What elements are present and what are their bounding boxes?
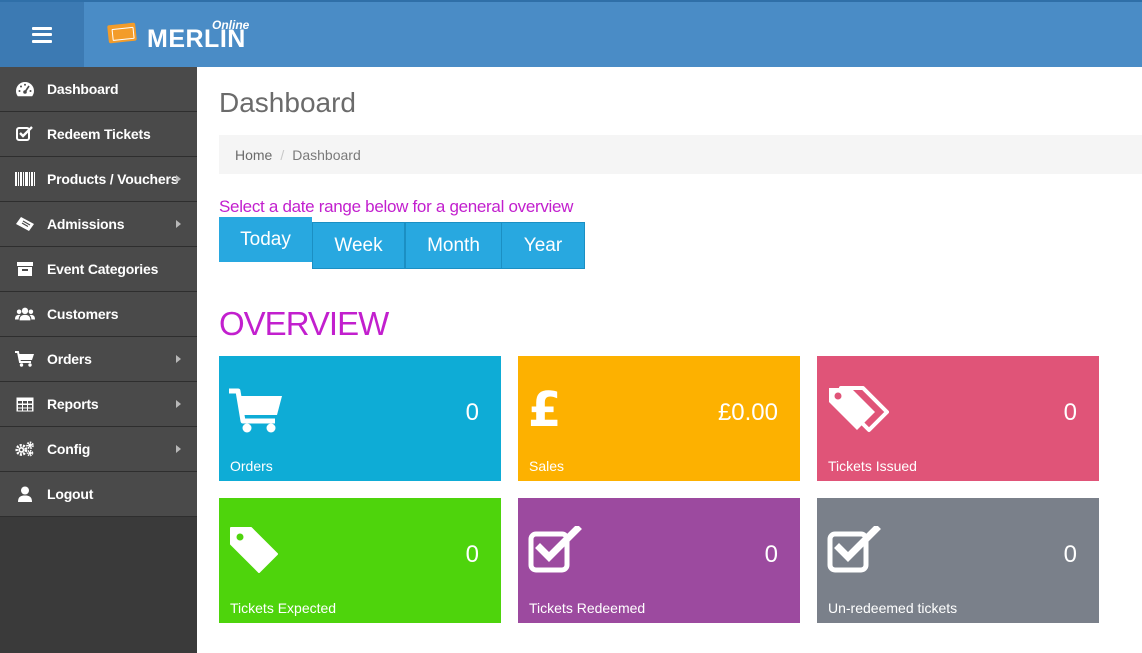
tickets-issued-label: Tickets Issued [828,458,917,474]
orders-tile[interactable]: 0 Orders [219,356,501,481]
tickets-issued-tile[interactable]: 0 Tickets Issued [817,356,1099,481]
sidebar-item-label: Customers [47,306,119,322]
pound-icon: £ [528,382,562,438]
menu-toggle-button[interactable] [0,2,84,67]
tickets-expected-label: Tickets Expected [230,600,337,616]
breadcrumb: Home / Dashboard [219,135,1142,174]
checkbox-icon [528,524,582,579]
sidebar-item-logout[interactable]: Logout [0,472,197,517]
page-title: Dashboard [219,87,356,118]
overview-heading: OVERVIEW [219,305,389,342]
sidebar-item-dashboard[interactable]: Dashboard [0,67,197,112]
users-icon [15,305,35,323]
table-icon [15,395,35,413]
range-today-button[interactable]: Today [219,217,312,262]
range-month-button[interactable]: Month [405,222,502,269]
sidebar-item-orders[interactable]: Orders [0,337,197,382]
tickets-redeemed-tile[interactable]: 0 Tickets Redeemed [518,498,800,623]
archive-icon [15,260,35,278]
barcode-icon [15,170,35,188]
sidebar-item-label: Orders [47,351,92,367]
orders-value: 0 [465,399,479,426]
tickets-expected-tile[interactable]: 0 Tickets Expected [219,498,501,623]
sidebar-item-label: Products / Vouchers [47,171,179,187]
date-range-prompt: Select a date range below for a general … [219,197,574,216]
main-content: Dashboard Home / Dashboard Select a date… [197,67,1142,653]
sales-tile[interactable]: £ £0.00 Sales [518,356,800,481]
tickets-expected-value: 0 [465,541,479,568]
brand-logo[interactable]: Online MERLIN [107,16,268,56]
breadcrumb-separator: / [280,146,285,163]
sales-label: Sales [529,458,565,474]
range-year-button[interactable]: Year [501,222,585,269]
top-bar: Online MERLIN [0,0,1142,67]
ticket-logo-icon [107,22,137,44]
cart-icon [229,388,283,439]
unredeemed-tickets-value: 0 [1063,541,1077,568]
sidebar-item-admissions[interactable]: Admissions [0,202,197,247]
checkbox-icon [827,524,881,579]
sidebar-item-event-categories[interactable]: Event Categories [0,247,197,292]
range-week-button[interactable]: Week [312,222,405,269]
sidebar-item-label: Reports [47,396,99,412]
sidebar-item-customers[interactable]: Customers [0,292,197,337]
dashboard-icon [15,80,35,98]
tag-icon [229,526,279,583]
sidebar-item-label: Redeem Tickets [47,126,151,142]
unredeemed-tickets-tile[interactable]: 0 Un-redeemed tickets [817,498,1099,623]
sidebar-item-redeem-tickets[interactable]: Redeem Tickets [0,112,197,157]
sidebar: Dashboard Redeem Tickets Products / Vouc… [0,67,197,653]
caret-right-icon [176,355,181,363]
checkbox-icon [15,125,35,143]
sidebar-item-label: Admissions [47,216,125,232]
hamburger-icon [32,26,52,43]
tags-icon [827,384,889,441]
user-icon [15,485,35,503]
ticket-icon [15,215,35,233]
sidebar-item-config[interactable]: Config [0,427,197,472]
caret-right-icon [176,400,181,408]
caret-right-icon [176,445,181,453]
caret-right-icon [176,175,181,183]
sidebar-item-label: Dashboard [47,81,119,97]
unredeemed-tickets-label: Un-redeemed tickets [828,600,958,616]
sales-value: £0.00 [717,399,778,426]
svg-text:£: £ [528,384,561,432]
tickets-redeemed-label: Tickets Redeemed [529,600,646,616]
sidebar-item-label: Config [47,441,91,457]
sidebar-item-reports[interactable]: Reports [0,382,197,427]
breadcrumb-current: Dashboard [292,146,361,163]
sidebar-item-label: Logout [47,486,94,502]
gears-icon [15,440,35,458]
breadcrumb-home-link[interactable]: Home [235,147,272,163]
caret-right-icon [176,220,181,228]
tickets-issued-value: 0 [1063,399,1077,426]
orders-label: Orders [230,458,273,474]
sidebar-item-products-vouchers[interactable]: Products / Vouchers [0,157,197,202]
cart-icon [15,350,35,368]
brand-name: MERLIN [147,25,246,53]
tickets-redeemed-value: 0 [764,541,778,568]
sidebar-item-label: Event Categories [47,261,159,277]
